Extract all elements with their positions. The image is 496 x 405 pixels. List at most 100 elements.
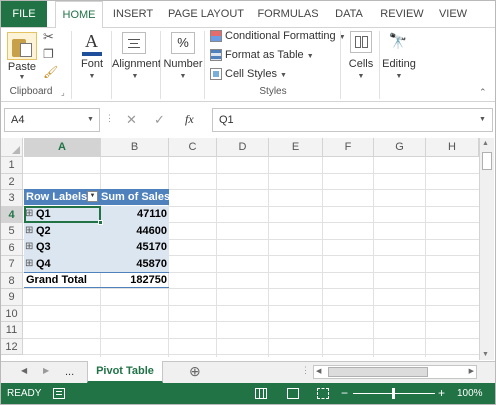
percent-icon[interactable]: % <box>171 32 195 54</box>
cell-styles-label: Cell Styles <box>225 68 277 80</box>
scrollbar-thumb[interactable] <box>482 152 492 170</box>
filter-dropdown-icon[interactable]: ▼ <box>87 191 98 202</box>
row-header-12[interactable]: 12 <box>1 338 23 355</box>
styles-group-label: Styles <box>259 86 287 97</box>
expand-icon[interactable]: ⊞ <box>25 239 33 255</box>
enter-icon[interactable]: ✓ <box>154 112 165 128</box>
cell-styles-button[interactable]: Cell Styles ▼ <box>225 68 287 80</box>
insert-function-button[interactable]: fx <box>185 112 194 127</box>
column-header-a[interactable]: A <box>24 138 101 157</box>
column-header-g[interactable]: G <box>374 138 426 157</box>
number-button[interactable]: Number <box>163 58 203 70</box>
row-header-1[interactable]: 1 <box>1 157 23 174</box>
zoom-slider-thumb[interactable] <box>392 388 395 399</box>
row-header-7[interactable]: 7 <box>1 256 23 273</box>
tab-splitter-icon[interactable]: ⋮ <box>301 365 310 376</box>
new-sheet-button[interactable]: ⊕ <box>189 363 201 380</box>
tab-view[interactable]: VIEW <box>433 1 473 27</box>
formula-input[interactable]: Q1 <box>212 108 493 132</box>
row-header-4[interactable]: 4 <box>1 206 23 223</box>
scroll-up-icon[interactable]: ▲ <box>482 140 489 147</box>
row-header-8[interactable]: 8 <box>1 272 23 289</box>
more-sheets-button[interactable]: ... <box>65 366 74 378</box>
binoculars-icon[interactable]: 🔭 <box>386 31 410 53</box>
sheet-tab-pivot-table[interactable]: Pivot Table <box>87 361 163 383</box>
tab-data[interactable]: DATA <box>329 1 369 27</box>
font-dropdown-icon[interactable]: ▼ <box>87 73 97 80</box>
tab-file[interactable]: FILE <box>1 1 47 27</box>
row-header-6[interactable]: 6 <box>1 239 23 256</box>
tab-home[interactable]: HOME <box>55 1 103 28</box>
column-header-f[interactable]: F <box>323 138 374 157</box>
zoom-level[interactable]: 100% <box>457 388 483 399</box>
row-header-5[interactable]: 5 <box>1 223 23 240</box>
tab-insert[interactable]: INSERT <box>109 1 157 27</box>
alignment-icon[interactable] <box>122 32 146 54</box>
cancel-icon[interactable]: ✕ <box>126 112 137 128</box>
expand-formula-bar-icon[interactable]: ▼ <box>479 116 486 123</box>
vertical-scrollbar[interactable]: ▲ ▼ <box>479 138 494 360</box>
cut-icon[interactable]: ✂ <box>43 29 54 45</box>
row-header-11[interactable]: 11 <box>1 322 23 339</box>
collapse-ribbon-icon[interactable]: ⌃ <box>479 87 487 98</box>
pivot-row-value: 44600 <box>136 224 167 237</box>
format-painter-icon[interactable]: 🖌 <box>43 65 58 79</box>
zoom-out-button[interactable]: − <box>341 386 348 400</box>
horizontal-scrollbar[interactable]: ◀ ▶ <box>313 365 477 379</box>
sheet-scroll-right-icon[interactable]: ▶ <box>43 366 49 375</box>
tab-page-layout[interactable]: PAGE LAYOUT <box>165 1 247 27</box>
horizontal-scrollbar-thumb[interactable] <box>328 367 428 377</box>
scroll-down-icon[interactable]: ▼ <box>482 351 489 358</box>
row-header-3[interactable]: 3 <box>1 190 23 207</box>
group-divider <box>160 31 161 99</box>
expand-icon[interactable]: ⊞ <box>25 223 33 239</box>
column-header-e[interactable]: E <box>269 138 323 157</box>
macro-record-icon[interactable] <box>53 388 65 399</box>
zoom-in-button[interactable]: + <box>438 386 445 400</box>
row-header-2[interactable]: 2 <box>1 173 23 190</box>
chevron-down-icon: ▼ <box>280 72 287 79</box>
column-header-c[interactable]: C <box>169 138 217 157</box>
column-header-b[interactable]: B <box>101 138 169 157</box>
column-header-d[interactable]: D <box>217 138 269 157</box>
normal-view-icon[interactable] <box>255 388 267 399</box>
select-all-corner[interactable] <box>1 138 23 157</box>
name-box[interactable]: A4 <box>4 108 100 132</box>
page-break-view-icon[interactable] <box>317 388 329 399</box>
editing-dropdown-icon[interactable]: ▼ <box>394 73 404 80</box>
page-layout-view-icon[interactable] <box>287 388 299 399</box>
font-button[interactable]: Font <box>77 58 107 70</box>
scroll-right-icon[interactable]: ▶ <box>469 367 474 375</box>
tab-formulas[interactable]: FORMULAS <box>253 1 323 27</box>
font-icon[interactable]: A <box>80 31 104 57</box>
paste-dropdown-icon[interactable]: ▼ <box>17 74 27 81</box>
alignment-dropdown-icon[interactable]: ▼ <box>130 73 140 80</box>
editing-button[interactable]: Editing <box>381 58 417 70</box>
cells-icon[interactable] <box>350 31 372 53</box>
number-dropdown-icon[interactable]: ▼ <box>178 73 188 80</box>
format-as-table-button[interactable]: Format as Table ▼ <box>225 49 314 61</box>
expand-icon[interactable]: ⊞ <box>25 256 33 272</box>
conditional-formatting-label: Conditional Formatting <box>225 30 336 42</box>
grid-column-line <box>322 157 323 357</box>
tab-review[interactable]: REVIEW <box>377 1 427 27</box>
cells-button[interactable]: Cells <box>345 58 377 70</box>
sheet-scroll-left-icon[interactable]: ◀ <box>21 366 27 375</box>
format-as-table-icon <box>210 49 222 61</box>
row-header-9[interactable]: 9 <box>1 289 23 306</box>
paste-button[interactable]: Paste <box>5 61 39 73</box>
conditional-formatting-button[interactable]: Conditional Formatting ▼ <box>225 30 346 42</box>
status-bar <box>1 383 495 404</box>
copy-icon[interactable]: ❐ <box>43 47 54 61</box>
clipboard-launcher-icon[interactable]: ⌟ <box>61 88 65 97</box>
row-header-10[interactable]: 10 <box>1 305 23 322</box>
cells-dropdown-icon[interactable]: ▼ <box>356 73 366 80</box>
grid-column-line <box>373 157 374 357</box>
scroll-left-icon[interactable]: ◀ <box>316 367 321 375</box>
column-header-h[interactable]: H <box>426 138 479 157</box>
alignment-button[interactable]: Alignment <box>112 58 161 70</box>
pivot-row-label: Q2 <box>36 224 51 237</box>
name-box-dropdown-icon[interactable]: ▼ <box>87 116 94 123</box>
active-cell-selection <box>24 206 103 225</box>
group-divider <box>71 31 72 99</box>
